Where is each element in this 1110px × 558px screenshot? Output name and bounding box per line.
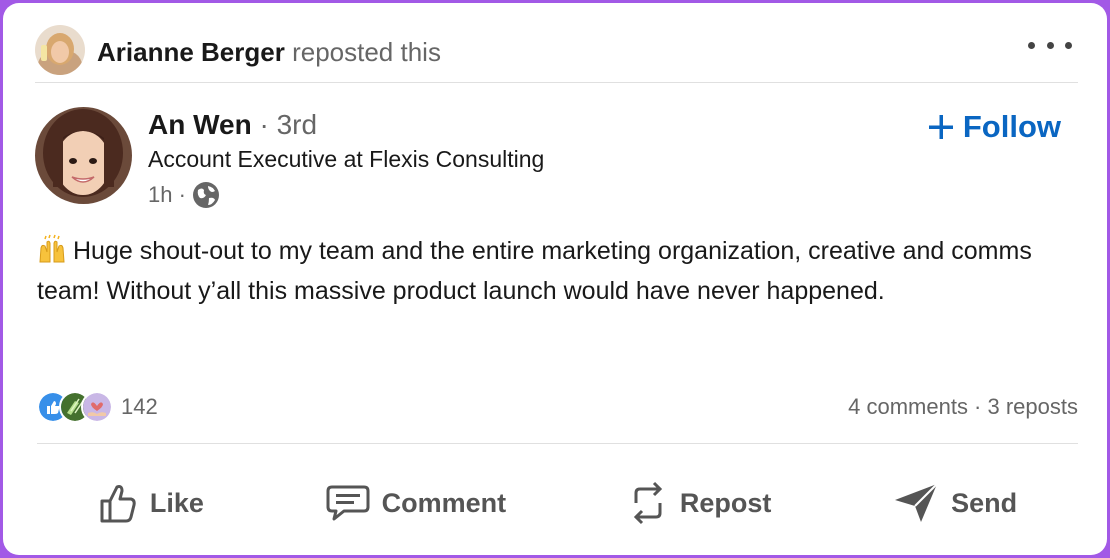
divider <box>37 443 1078 444</box>
support-reaction-icon <box>81 391 113 423</box>
comment-button[interactable]: Comment <box>314 475 519 531</box>
reposter-name[interactable]: Arianne Berger <box>97 37 285 67</box>
repost-icon <box>633 481 662 525</box>
comment-label: Comment <box>381 487 507 518</box>
post-body: Huge shout-out to my team and the entire… <box>37 231 1067 311</box>
repost-button[interactable]: Repost <box>616 473 784 533</box>
repost-line: Arianne Berger reposted this <box>97 37 441 68</box>
post-meta: 1h · <box>148 181 220 209</box>
repost-label: Repost <box>679 487 772 518</box>
reactions-summary[interactable]: 142 <box>37 391 158 423</box>
send-label: Send <box>951 487 1018 518</box>
comments-reposts-count[interactable]: 4 comments · 3 reposts <box>848 394 1078 420</box>
raised-hands-icon <box>39 234 65 263</box>
repost-verb: reposted this <box>292 37 441 67</box>
author-name-row: An Wen · 3rd <box>148 109 317 141</box>
follow-label: Follow <box>962 109 1061 144</box>
more-options-icon <box>1028 41 1035 49</box>
like-label: Like <box>149 487 204 518</box>
author-avatar[interactable] <box>35 107 132 204</box>
thumbs-up-icon <box>100 485 136 523</box>
social-counts: 142 4 comments · 3 reposts <box>37 389 1078 425</box>
follow-button[interactable]: Follow <box>928 107 1061 147</box>
repost-header: Arianne Berger reposted this <box>35 25 1078 83</box>
feed-post-card: Arianne Berger reposted this An Wen · 3r… <box>3 3 1107 555</box>
action-bar: Like Comment Repost Send <box>37 463 1078 543</box>
send-icon <box>895 483 938 522</box>
plus-icon <box>928 115 953 139</box>
post-time: 1h · <box>148 182 186 207</box>
comment-icon <box>326 485 370 521</box>
reposter-avatar[interactable] <box>35 25 85 75</box>
globe-icon <box>192 182 219 208</box>
reaction-count: 142 <box>121 394 158 419</box>
like-button[interactable]: Like <box>86 473 216 533</box>
post-text: Huge shout-out to my team and the entire… <box>37 237 1032 305</box>
author-headline: Account Executive at Flexis Consulting <box>148 146 545 172</box>
connection-degree: · 3rd <box>259 109 318 140</box>
send-button[interactable]: Send <box>881 474 1029 532</box>
author-name[interactable]: An Wen <box>148 109 252 140</box>
more-options-button[interactable] <box>1028 37 1072 53</box>
